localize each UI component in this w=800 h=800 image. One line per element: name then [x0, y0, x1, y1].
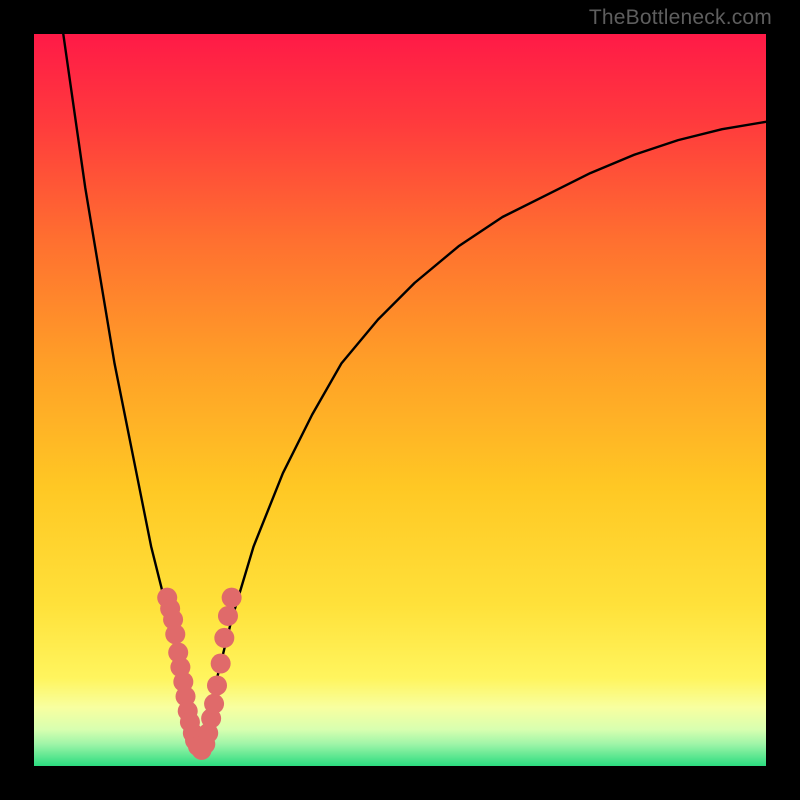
data-marker — [204, 694, 224, 714]
data-marker — [218, 606, 238, 626]
data-marker — [211, 654, 231, 674]
watermark-text: TheBottleneck.com — [589, 6, 772, 30]
chart-frame: TheBottleneck.com — [0, 0, 800, 800]
data-marker — [222, 588, 242, 608]
plot-area — [34, 34, 766, 766]
data-marker — [214, 628, 234, 648]
chart-curves — [34, 34, 766, 766]
data-marker — [165, 624, 185, 644]
data-marker — [207, 675, 227, 695]
series-right-branch — [199, 122, 766, 752]
